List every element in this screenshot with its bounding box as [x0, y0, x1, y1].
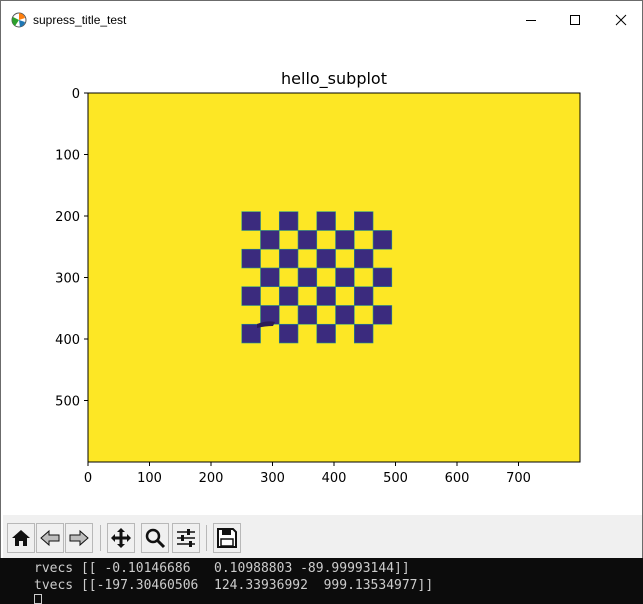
forward-arrow-icon [69, 529, 89, 547]
zoom-button[interactable] [141, 523, 169, 553]
console-line-rvecs: rvecs [[ -0.10146686 0.10988803 -89.9999… [34, 561, 410, 576]
checker-square [353, 248, 374, 269]
x-tick-label: 100 [137, 471, 162, 486]
text-cursor [34, 594, 42, 604]
pan-move-icon [111, 528, 131, 548]
image-background [88, 93, 580, 462]
application-window: supress_title_test hello_subplot 0 100 200… [0, 0, 643, 559]
checker-square [316, 286, 336, 306]
checker-square [241, 248, 261, 269]
checker-square [316, 248, 336, 269]
checker-square [260, 267, 280, 288]
y-tick-label: 300 [55, 272, 80, 287]
title-bar[interactable]: supress_title_test [1, 1, 642, 39]
checker-square [353, 211, 374, 231]
window-title: supress_title_test [33, 13, 127, 27]
checker-square [278, 248, 299, 269]
y-tick-label: 500 [55, 395, 80, 410]
back-arrow-icon [40, 529, 60, 547]
checker-square [353, 286, 374, 306]
y-tick-label: 100 [55, 149, 80, 164]
y-tick-label: 200 [55, 210, 80, 225]
close-icon [615, 14, 627, 26]
save-floppy-icon [217, 528, 237, 548]
navigation-toolbar [3, 515, 642, 559]
y-axis: 0 100 200 300 400 500 [55, 87, 88, 410]
home-icon [12, 530, 30, 546]
checker-square [316, 323, 336, 344]
checker-square [372, 267, 393, 288]
checker-square [335, 305, 355, 325]
pan-button[interactable] [107, 523, 135, 553]
figure-canvas[interactable]: hello_subplot 0 100 200 300 400 500 600 700 0 10… [3, 39, 642, 515]
sliders-icon [177, 529, 195, 547]
back-button[interactable] [36, 523, 64, 553]
checker-square [278, 286, 299, 306]
console-line-tvecs: tvecs [[-197.30460506 124.33936992 999.1… [34, 578, 434, 593]
x-tick-label: 500 [383, 471, 408, 486]
maximize-button[interactable] [552, 1, 598, 39]
checker-square [278, 323, 299, 344]
x-tick-label: 600 [445, 471, 470, 486]
checker-square [297, 267, 318, 288]
y-tick-label: 0 [72, 87, 80, 102]
toolbar-separator [206, 525, 207, 551]
checker-square [278, 211, 299, 231]
x-axis: 0 100 200 300 400 500 600 700 [84, 462, 531, 486]
toolbar-separator [100, 525, 101, 551]
matplotlib-app-icon [11, 12, 27, 28]
checker-square [260, 230, 280, 250]
y-tick-label: 400 [55, 333, 80, 348]
checker-square [297, 305, 318, 325]
x-tick-label: 0 [84, 471, 92, 486]
image-axes[interactable]: 0 100 200 300 400 500 600 700 0 100 200 300 400 500 [3, 39, 642, 515]
zoom-magnifier-icon [145, 528, 166, 549]
checker-square [316, 211, 336, 231]
maximize-icon [570, 15, 580, 25]
checker-square [335, 267, 355, 288]
configure-subplots-button[interactable] [172, 523, 200, 553]
checker-square [353, 323, 374, 344]
checker-square [372, 230, 393, 250]
close-button[interactable] [598, 1, 643, 39]
x-tick-label: 300 [260, 471, 285, 486]
minimize-button[interactable] [508, 1, 554, 39]
minimize-icon [526, 20, 536, 21]
checker-square [372, 305, 393, 325]
forward-button[interactable] [65, 523, 93, 553]
save-button[interactable] [213, 523, 241, 553]
x-tick-label: 200 [199, 471, 224, 486]
x-tick-label: 700 [506, 471, 531, 486]
checker-square [297, 230, 318, 250]
home-button[interactable] [7, 523, 35, 553]
checker-square [335, 230, 355, 250]
terminal-output[interactable]: rvecs [[ -0.10146686 0.10988803 -89.9999… [0, 558, 643, 604]
x-tick-label: 400 [322, 471, 347, 486]
checker-square [241, 286, 261, 306]
checker-square [241, 211, 261, 231]
